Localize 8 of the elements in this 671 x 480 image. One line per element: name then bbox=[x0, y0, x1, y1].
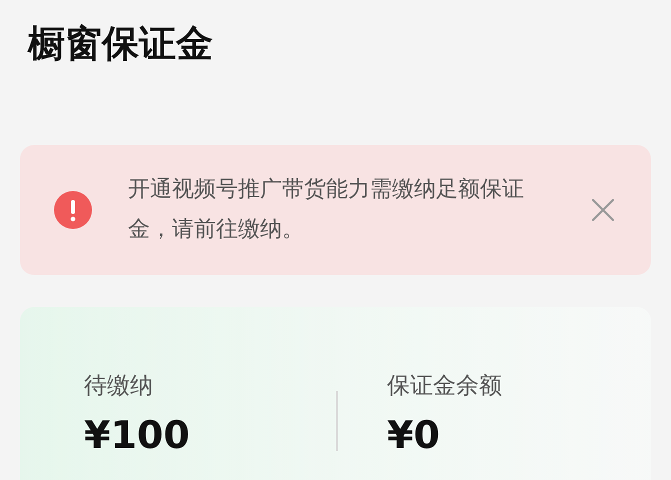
stat-value: ¥0 bbox=[387, 412, 440, 459]
page-title: 橱窗保证金 bbox=[26, 21, 214, 67]
alert-message: 开通视频号推广带货能力需缴纳足额保证金，请前往缴纳。 bbox=[128, 176, 525, 244]
stat-label: 待缴纳 bbox=[84, 372, 153, 401]
warning-icon bbox=[54, 191, 92, 229]
stat-value: ¥100 bbox=[84, 412, 190, 459]
stat-label: 保证金余额 bbox=[387, 372, 502, 401]
close-icon[interactable] bbox=[591, 198, 615, 222]
